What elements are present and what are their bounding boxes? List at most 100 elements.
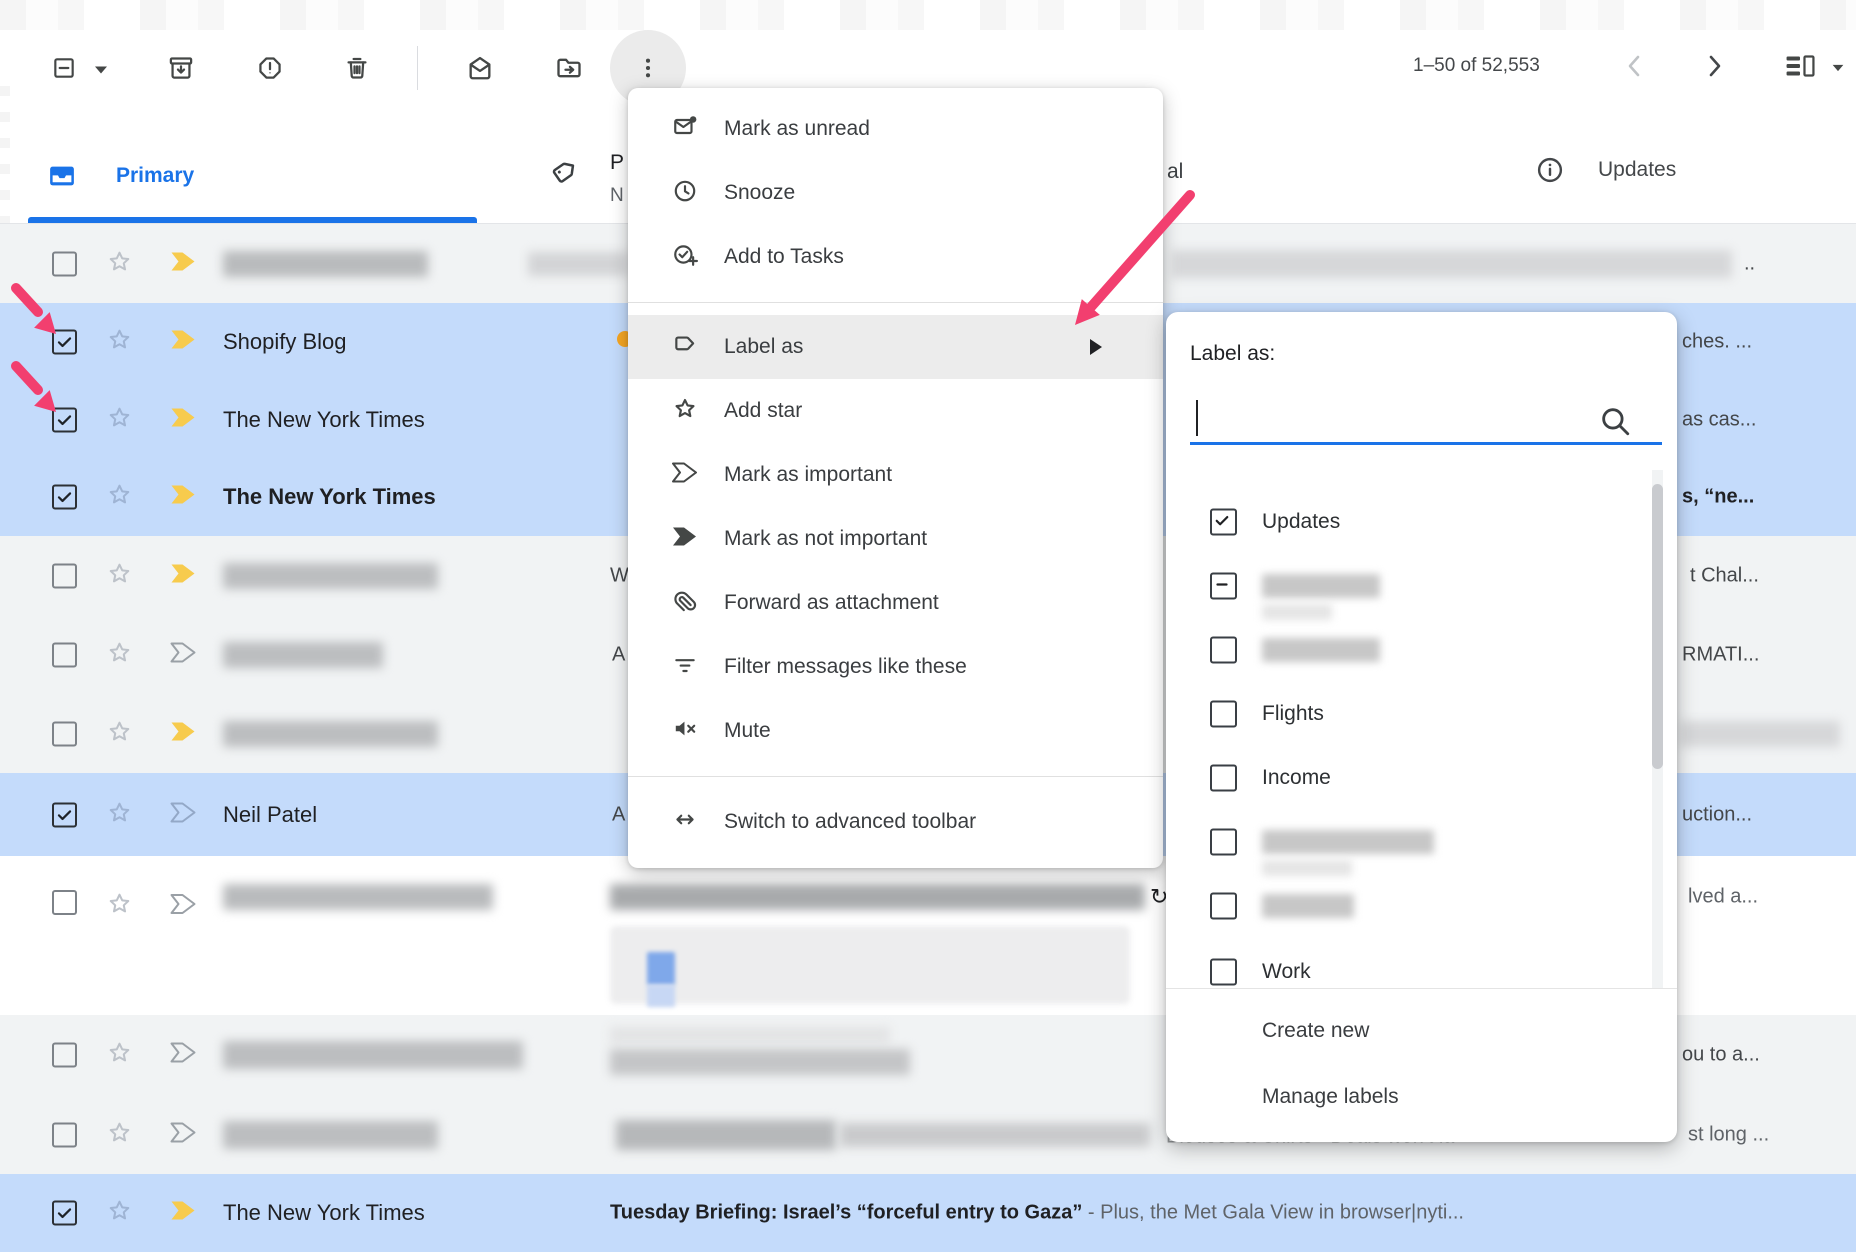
menu-item-label: Mark as important xyxy=(724,463,892,487)
star-icon[interactable] xyxy=(106,1119,133,1151)
importance-marker-icon[interactable] xyxy=(170,563,197,588)
tab-updates[interactable]: Updates xyxy=(1598,158,1676,182)
label-option-flights[interactable]: Flights xyxy=(1166,682,1677,746)
importance-marker-outline-icon[interactable] xyxy=(170,1122,197,1147)
row-checkbox[interactable] xyxy=(52,642,77,667)
menu-item-mark-as-not-important[interactable]: Mark as not important xyxy=(628,507,1163,571)
checkbox-unchecked[interactable] xyxy=(1210,959,1237,986)
annotation-arrow-checkbox-2 xyxy=(8,360,68,426)
star-icon[interactable] xyxy=(106,404,133,436)
label-option-redacted[interactable] xyxy=(1166,874,1677,938)
newer-page-button[interactable] xyxy=(1627,55,1641,77)
importance-marker-icon[interactable] xyxy=(170,330,197,355)
menu-item-filter-messages[interactable]: Filter messages like these xyxy=(628,635,1163,699)
search-icon xyxy=(1598,404,1632,443)
create-new-label-text: Create new xyxy=(1262,1019,1369,1043)
importance-marker-outline-icon[interactable] xyxy=(170,802,197,827)
label-option-updates[interactable]: Updates xyxy=(1166,490,1677,554)
pagination-counter: 1–50 of 52,553 xyxy=(1413,55,1540,77)
email-row-selected[interactable]: The New York Times Tuesday Briefing: Isr… xyxy=(0,1174,1856,1252)
star-icon[interactable] xyxy=(106,1039,133,1071)
star-icon[interactable] xyxy=(106,560,133,592)
add-to-tasks-icon xyxy=(672,242,698,273)
row-checkbox[interactable] xyxy=(52,563,77,588)
checkbox-unchecked[interactable] xyxy=(1210,765,1237,792)
star-icon[interactable] xyxy=(106,718,133,750)
row-checkbox[interactable] xyxy=(52,1122,77,1147)
more-options-button[interactable] xyxy=(635,55,661,81)
split-pane-toggle[interactable] xyxy=(1784,52,1816,80)
menu-item-label: Mark as not important xyxy=(724,527,927,551)
importance-marker-outline-icon[interactable] xyxy=(170,642,197,667)
importance-marker-icon[interactable] xyxy=(170,407,197,432)
tab-promotions-fragment[interactable]: P xyxy=(610,151,624,175)
split-pane-caret-icon[interactable] xyxy=(1832,64,1845,72)
delete-button[interactable] xyxy=(344,55,371,82)
importance-marker-icon[interactable] xyxy=(170,1201,197,1226)
archive-button[interactable] xyxy=(168,55,195,82)
snippet-text: - Plus, the Met Gala View in browser|nyt… xyxy=(1088,1202,1464,1224)
row-checkbox-checked[interactable] xyxy=(52,485,77,510)
importance-marker-icon[interactable] xyxy=(170,721,197,746)
label-option-work[interactable]: Work xyxy=(1166,940,1677,988)
snippet-fragment: lved a... xyxy=(1688,886,1758,909)
checkbox-unchecked[interactable] xyxy=(1210,893,1237,920)
importance-marker-icon[interactable] xyxy=(170,485,197,510)
importance-marker-outline-icon[interactable] xyxy=(170,894,197,919)
menu-item-label: Filter messages like these xyxy=(724,655,967,679)
checkbox-unchecked[interactable] xyxy=(1210,637,1237,664)
select-all-checkbox[interactable] xyxy=(51,55,77,81)
report-spam-button[interactable] xyxy=(257,55,284,82)
move-to-button[interactable] xyxy=(555,54,583,82)
menu-item-add-star[interactable]: Add star xyxy=(628,379,1163,443)
submenu-divider xyxy=(1166,988,1677,989)
tab-social-fragment[interactable]: al xyxy=(1167,160,1183,184)
label-option-redacted[interactable] xyxy=(1166,554,1677,618)
checkbox-checked[interactable] xyxy=(1210,509,1237,536)
attachment-chip-icon xyxy=(647,952,675,985)
checkbox-unchecked[interactable] xyxy=(1210,829,1237,856)
menu-item-mark-as-important[interactable]: Mark as important xyxy=(628,443,1163,507)
importance-marker-outline-icon[interactable] xyxy=(170,1043,197,1068)
snippet-fragment: t Chal... xyxy=(1690,564,1759,587)
scrollbar-thumb[interactable] xyxy=(1652,484,1663,769)
snippet-fragment: uction... xyxy=(1682,803,1752,826)
redacted-snippet xyxy=(1680,721,1840,747)
row-checkbox[interactable] xyxy=(52,1043,77,1068)
checkbox-unchecked[interactable] xyxy=(1210,701,1237,728)
row-checkbox-checked[interactable] xyxy=(52,1201,77,1226)
promotions-tab-icon[interactable] xyxy=(551,157,581,187)
label-tag-icon xyxy=(672,332,698,363)
select-dropdown-caret-icon[interactable] xyxy=(94,66,108,75)
sender-name: Neil Patel xyxy=(223,802,317,828)
updates-tab-icon[interactable] xyxy=(1536,156,1565,185)
row-checkbox[interactable] xyxy=(52,251,77,276)
row-checkbox-checked[interactable] xyxy=(52,802,77,827)
manage-labels-button[interactable]: Manage labels xyxy=(1166,1068,1677,1126)
mark-as-read-button[interactable] xyxy=(466,54,494,82)
label-option-redacted[interactable] xyxy=(1166,810,1677,874)
older-page-button[interactable] xyxy=(1708,55,1722,77)
star-icon[interactable] xyxy=(106,799,133,831)
menu-item-forward-as-attachment[interactable]: Forward as attachment xyxy=(628,571,1163,635)
menu-item-mute[interactable]: Mute xyxy=(628,699,1163,763)
star-icon[interactable] xyxy=(106,326,133,358)
label-option-redacted[interactable] xyxy=(1166,618,1677,682)
row-checkbox[interactable] xyxy=(52,890,77,915)
row-checkbox[interactable] xyxy=(52,721,77,746)
tab-primary[interactable]: Primary xyxy=(116,164,194,188)
label-option-income[interactable]: Income xyxy=(1166,746,1677,810)
label-search-input[interactable] xyxy=(1190,402,1634,444)
checkbox-indeterminate[interactable] xyxy=(1210,573,1237,600)
star-icon[interactable] xyxy=(106,481,133,513)
important-outline-icon xyxy=(672,463,698,488)
star-icon[interactable] xyxy=(106,890,133,922)
redacted-sender xyxy=(223,563,438,589)
star-icon[interactable] xyxy=(106,248,133,280)
importance-marker-icon[interactable] xyxy=(170,251,197,276)
menu-item-mark-as-unread[interactable]: Mark as unread xyxy=(628,97,1163,161)
star-icon[interactable] xyxy=(106,639,133,671)
create-new-label-button[interactable]: Create new xyxy=(1166,1002,1677,1060)
star-icon[interactable] xyxy=(106,1197,133,1229)
menu-item-switch-toolbar[interactable]: Switch to advanced toolbar xyxy=(628,790,1163,854)
